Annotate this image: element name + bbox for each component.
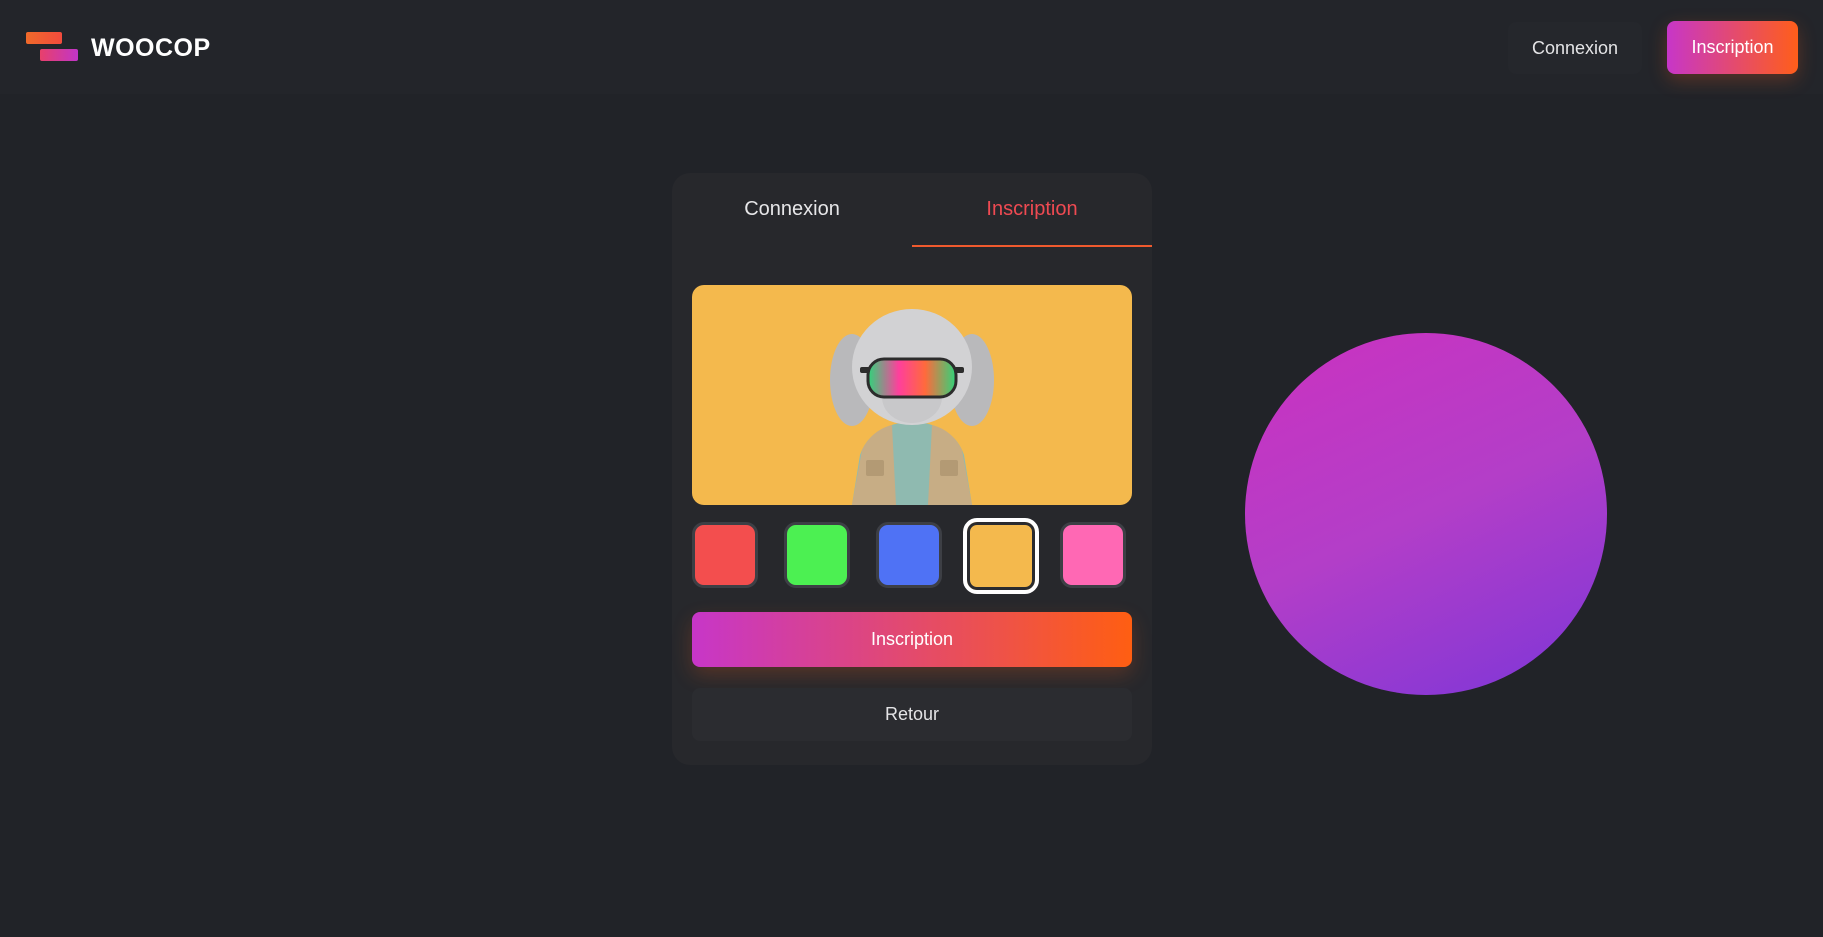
tab-signup[interactable]: Inscription <box>912 173 1152 247</box>
logo-bar-bottom <box>40 49 78 61</box>
signup-button[interactable]: Inscription <box>1667 21 1798 74</box>
tab-login[interactable]: Connexion <box>672 173 912 245</box>
brand-name[interactable]: WOOCOP <box>91 31 211 65</box>
avatar-preview <box>692 285 1132 505</box>
logo-bar-top <box>26 32 62 44</box>
color-swatch-blue[interactable] <box>876 522 942 588</box>
auth-card: Connexion Inscription Inscription Retour <box>672 173 1152 765</box>
signup-submit-button[interactable]: Inscription <box>692 612 1132 667</box>
color-swatch-yellow[interactable] <box>963 518 1039 594</box>
back-button[interactable]: Retour <box>692 688 1132 741</box>
top-navigation-bar: WOOCOP Connexion Inscription <box>0 0 1823 94</box>
color-swatch-red[interactable] <box>692 522 758 588</box>
decorative-gradient-orb <box>1245 333 1607 695</box>
dog-mascot-icon <box>830 309 994 505</box>
color-swatch-pink[interactable] <box>1060 522 1126 588</box>
login-button[interactable]: Connexion <box>1508 22 1642 74</box>
color-swatch-green[interactable] <box>784 522 850 588</box>
logo-icon[interactable] <box>26 32 78 62</box>
